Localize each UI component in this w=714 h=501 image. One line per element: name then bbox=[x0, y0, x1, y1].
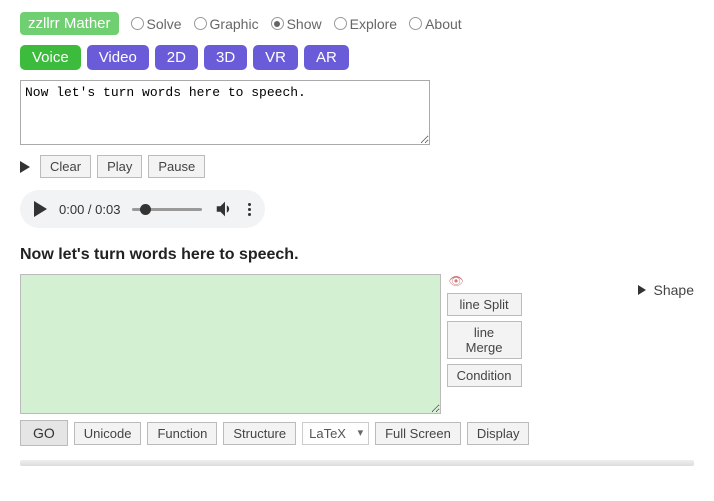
tab-2d[interactable]: 2D bbox=[155, 45, 198, 70]
nav-show[interactable]: Show bbox=[271, 16, 322, 32]
play-icon[interactable] bbox=[20, 161, 30, 173]
top-nav: zzllrr Mather Solve Graphic Show Explore… bbox=[20, 12, 694, 35]
tab-ar[interactable]: AR bbox=[304, 45, 349, 70]
speech-output: Now let's turn words here to speech. bbox=[20, 246, 694, 264]
line-merge-button[interactable]: line Merge bbox=[447, 321, 522, 359]
nav-about[interactable]: About bbox=[409, 16, 462, 32]
shape-label: Shape bbox=[654, 282, 694, 298]
audio-player: 0:00 / 0:03 bbox=[20, 190, 265, 228]
radio-icon bbox=[131, 17, 144, 30]
nav-graphic[interactable]: Graphic bbox=[194, 16, 259, 32]
structure-button[interactable]: Structure bbox=[223, 422, 296, 445]
nav-label: Solve bbox=[147, 16, 182, 32]
tab-3d[interactable]: 3D bbox=[204, 45, 247, 70]
clear-button[interactable]: Clear bbox=[40, 155, 91, 178]
tab-row: Voice Video 2D 3D VR AR bbox=[20, 45, 694, 70]
function-button[interactable]: Function bbox=[147, 422, 217, 445]
audio-time: 0:00 / 0:03 bbox=[59, 202, 120, 217]
nav-solve[interactable]: Solve bbox=[131, 16, 182, 32]
pause-button[interactable]: Pause bbox=[148, 155, 205, 178]
nav-label: Explore bbox=[350, 16, 397, 32]
audio-thumb[interactable] bbox=[140, 204, 151, 215]
radio-icon bbox=[409, 17, 422, 30]
side-column: 👁 line Split line Merge Condition bbox=[447, 274, 522, 387]
unicode-button[interactable]: Unicode bbox=[74, 422, 142, 445]
volume-icon[interactable] bbox=[214, 198, 236, 220]
display-button[interactable]: Display bbox=[467, 422, 530, 445]
tab-vr[interactable]: VR bbox=[253, 45, 298, 70]
tab-video[interactable]: Video bbox=[87, 45, 149, 70]
chevron-right-icon bbox=[638, 285, 646, 295]
full-screen-button[interactable]: Full Screen bbox=[375, 422, 461, 445]
audio-menu-icon[interactable] bbox=[248, 203, 251, 216]
latex-select-wrap[interactable]: LaTeX bbox=[302, 422, 369, 445]
bottom-row: GO Unicode Function Structure LaTeX Full… bbox=[20, 420, 694, 446]
footer-bar bbox=[20, 460, 694, 466]
workspace: 👁 line Split line Merge Condition Shape bbox=[20, 274, 694, 414]
speech-input[interactable]: Now let's turn words here to speech. bbox=[20, 80, 430, 145]
audio-play-icon[interactable] bbox=[34, 201, 47, 217]
radio-icon bbox=[334, 17, 347, 30]
control-row: Clear Play Pause bbox=[20, 155, 694, 178]
go-button[interactable]: GO bbox=[20, 420, 68, 446]
play-button[interactable]: Play bbox=[97, 155, 142, 178]
tab-voice[interactable]: Voice bbox=[20, 45, 81, 70]
audio-track[interactable] bbox=[132, 208, 202, 211]
latex-select[interactable]: LaTeX bbox=[302, 422, 369, 445]
nav-label: Show bbox=[287, 16, 322, 32]
workspace-area[interactable] bbox=[20, 274, 441, 414]
eye-icon[interactable]: 👁 bbox=[447, 274, 522, 288]
nav-explore[interactable]: Explore bbox=[334, 16, 397, 32]
nav-label: About bbox=[425, 16, 462, 32]
radio-icon bbox=[194, 17, 207, 30]
shape-toggle[interactable]: Shape bbox=[638, 282, 694, 298]
line-split-button[interactable]: line Split bbox=[447, 293, 522, 316]
radio-icon bbox=[271, 17, 284, 30]
logo[interactable]: zzllrr Mather bbox=[20, 12, 119, 35]
nav-label: Graphic bbox=[210, 16, 259, 32]
condition-button[interactable]: Condition bbox=[447, 364, 522, 387]
